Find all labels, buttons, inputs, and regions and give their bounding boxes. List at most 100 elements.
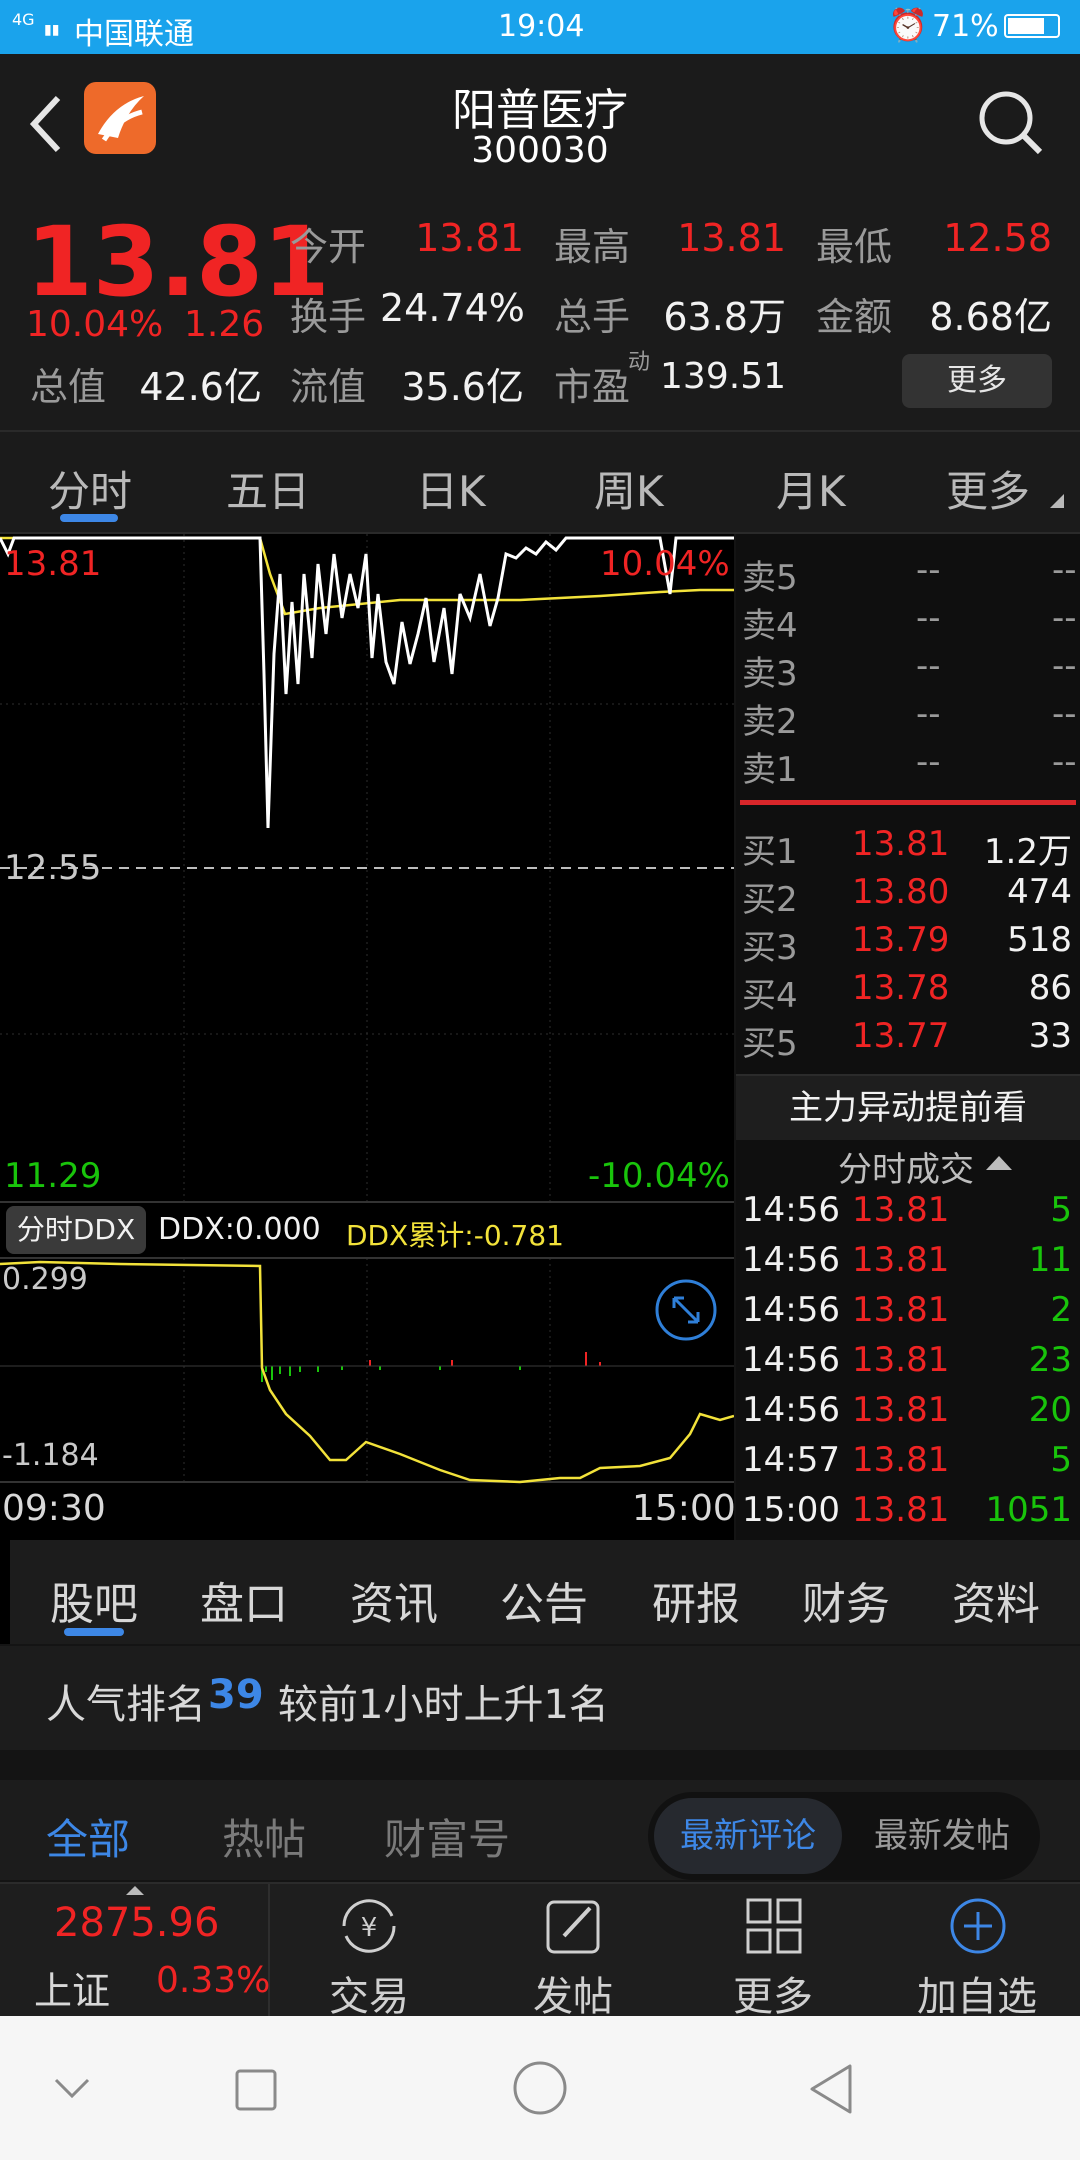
network-indicator: 4G bbox=[12, 10, 35, 29]
tab-week-k[interactable]: 周K bbox=[594, 458, 664, 519]
search-button[interactable] bbox=[976, 88, 1046, 162]
trade-time: 14:56 bbox=[742, 1190, 840, 1230]
tab-finance[interactable]: 财务 bbox=[802, 1568, 890, 1632]
filter-all[interactable]: 全部 bbox=[46, 1806, 130, 1867]
index-ticker[interactable]: 2875.96 上证 0.33% bbox=[0, 1884, 270, 2018]
system-hide-button[interactable] bbox=[50, 2068, 94, 2112]
trade-time: 15:00 bbox=[742, 1490, 840, 1530]
price-chart-svg bbox=[0, 534, 734, 1484]
trade-volume: 11 bbox=[1028, 1240, 1072, 1280]
ddx-axis-bottom: -1.184 bbox=[2, 1438, 99, 1473]
nav-more-label: 更多 bbox=[733, 1974, 813, 2020]
sell-label: 卖3 bbox=[742, 654, 798, 694]
sell-price: -- bbox=[916, 694, 941, 734]
sell-volume: -- bbox=[1052, 742, 1077, 782]
chart-bottom-percent: -10.04% bbox=[588, 1156, 730, 1196]
carrier-name: 中国联通 bbox=[74, 17, 194, 52]
chart-mid-price: 12.55 bbox=[4, 848, 102, 888]
nav-add-watchlist[interactable]: 加自选 bbox=[902, 1884, 1052, 2020]
trade-price: 13.81 bbox=[852, 1490, 950, 1530]
tab-day-k[interactable]: 日K bbox=[416, 458, 486, 519]
triangle-back-icon bbox=[810, 2064, 852, 2114]
nav-post[interactable]: 发帖 bbox=[498, 1884, 648, 2020]
sell-price: -- bbox=[916, 550, 941, 590]
tab-announcements[interactable]: 公告 bbox=[500, 1568, 588, 1632]
ddx-value: DDX:0.000 bbox=[158, 1212, 321, 1247]
trade-volume: 23 bbox=[1028, 1340, 1072, 1380]
bottom-navigation: 2875.96 上证 0.33% ¥ 交易 发帖 更多 加自选 bbox=[0, 1882, 1080, 2020]
filter-wealth[interactable]: 财富号 bbox=[384, 1806, 510, 1867]
battery-icon bbox=[1004, 14, 1060, 38]
nav-more[interactable]: 更多 bbox=[698, 1884, 848, 2020]
buy-volume: 1.2万 bbox=[983, 832, 1072, 872]
circle-icon bbox=[513, 2061, 567, 2115]
stock-name: 阳普医疗 bbox=[452, 85, 628, 136]
buy-label: 买5 bbox=[742, 1024, 798, 1064]
tab-profile[interactable]: 资料 bbox=[952, 1568, 1040, 1632]
edit-icon bbox=[546, 1900, 600, 1954]
trades-title[interactable]: 分时成交 bbox=[838, 1142, 974, 1191]
sell-orders: 卖5 -- -- 卖4 -- -- 卖3 -- -- 卖2 -- -- 卖1 -… bbox=[736, 534, 1080, 798]
open-label: 今开 bbox=[290, 225, 367, 269]
time-start-label: 09:30 bbox=[2, 1488, 106, 1529]
rank-change-text: 较前1小时上升1名 bbox=[278, 1682, 609, 1728]
tab-more-periods[interactable]: 更多 bbox=[946, 458, 1030, 519]
tab-month-k[interactable]: 月K bbox=[776, 458, 846, 519]
tab-five-day[interactable]: 五日 bbox=[226, 458, 310, 519]
expand-chart-button[interactable] bbox=[654, 1278, 718, 1346]
active-tab-indicator bbox=[60, 514, 118, 522]
trade-volume: 20 bbox=[1028, 1390, 1072, 1430]
nav-trade[interactable]: ¥ 交易 bbox=[294, 1884, 444, 2020]
buy-label: 买1 bbox=[742, 832, 798, 872]
pe-label: 市盈 bbox=[554, 365, 631, 409]
signal-icon: ▮▮ bbox=[44, 22, 60, 38]
ddx-bars bbox=[261, 1366, 521, 1382]
system-back-button[interactable] bbox=[806, 2062, 856, 2120]
system-home-button[interactable] bbox=[512, 2060, 568, 2120]
trade-volume: 5 bbox=[1050, 1190, 1072, 1230]
ddx-axis-top: 0.299 bbox=[2, 1262, 88, 1297]
expand-up-icon bbox=[126, 1886, 144, 1895]
system-recents-button[interactable] bbox=[234, 2068, 278, 2116]
battery-percent: 71% bbox=[932, 9, 999, 44]
popularity-rank[interactable]: 人气排名 39 较前1小时上升1名 bbox=[0, 1646, 1080, 1750]
tab-news[interactable]: 资讯 bbox=[350, 1568, 438, 1632]
float-cap-label: 流值 bbox=[290, 365, 367, 409]
ddx-indicator-tab[interactable]: 分时DDX bbox=[6, 1206, 146, 1254]
turnover-rate-value: 24.74% bbox=[380, 286, 525, 330]
buy-label: 买2 bbox=[742, 880, 798, 920]
trade-time: 14:56 bbox=[742, 1340, 840, 1380]
tab-order-book[interactable]: 盘口 bbox=[200, 1568, 288, 1632]
sell-volume: -- bbox=[1052, 598, 1077, 638]
ddx-cumulative-value: DDX累计:-0.781 bbox=[346, 1219, 564, 1252]
tab-stock-forum[interactable]: 股吧 bbox=[50, 1568, 138, 1632]
trade-time: 14:56 bbox=[742, 1290, 840, 1330]
search-icon bbox=[979, 91, 1043, 155]
svg-text:¥: ¥ bbox=[361, 1913, 378, 1943]
sort-latest-post[interactable]: 最新发帖 bbox=[848, 1798, 1036, 1874]
yuan-exchange-icon: ¥ bbox=[342, 1899, 396, 1953]
chart-top-price: 13.81 bbox=[4, 544, 102, 584]
more-quote-button[interactable]: 更多 bbox=[902, 354, 1052, 408]
sort-latest-comment[interactable]: 最新评论 bbox=[654, 1798, 842, 1874]
trades-list: 14:56 13.81 5 14:56 13.81 11 14:56 13.81… bbox=[736, 1190, 1080, 1540]
post-filter-bar: 全部 热帖 财富号 最新评论 最新发帖 bbox=[0, 1780, 1080, 1880]
float-cap-value: 35.6亿 bbox=[401, 365, 524, 409]
tab-intraday[interactable]: 分时 bbox=[48, 458, 132, 519]
buy-volume: 518 bbox=[1007, 920, 1072, 960]
amount-label: 金额 bbox=[816, 295, 893, 339]
square-icon bbox=[235, 2069, 277, 2111]
buy-orders: 买1 13.81 1.2万 买2 13.80 474 买3 13.79 518 … bbox=[736, 810, 1080, 1072]
chart-bottom-price: 11.29 bbox=[4, 1156, 102, 1196]
sell-label: 卖4 bbox=[742, 606, 798, 646]
sort-up-icon bbox=[986, 1156, 1012, 1170]
nav-post-label: 发帖 bbox=[533, 1974, 613, 2020]
open-value: 13.81 bbox=[415, 216, 524, 260]
index-value: 2875.96 bbox=[54, 1900, 220, 1946]
tab-research[interactable]: 研报 bbox=[652, 1568, 740, 1632]
change-amount: 1.26 bbox=[184, 304, 265, 345]
main-force-promo-button[interactable]: 主力异动提前看 bbox=[736, 1074, 1080, 1140]
sell-label: 卖5 bbox=[742, 558, 798, 598]
filter-hot[interactable]: 热帖 bbox=[222, 1806, 306, 1867]
intraday-chart[interactable]: 13.81 10.04% 12.55 11.29 -10.04% 分时DDX D… bbox=[0, 534, 736, 1540]
